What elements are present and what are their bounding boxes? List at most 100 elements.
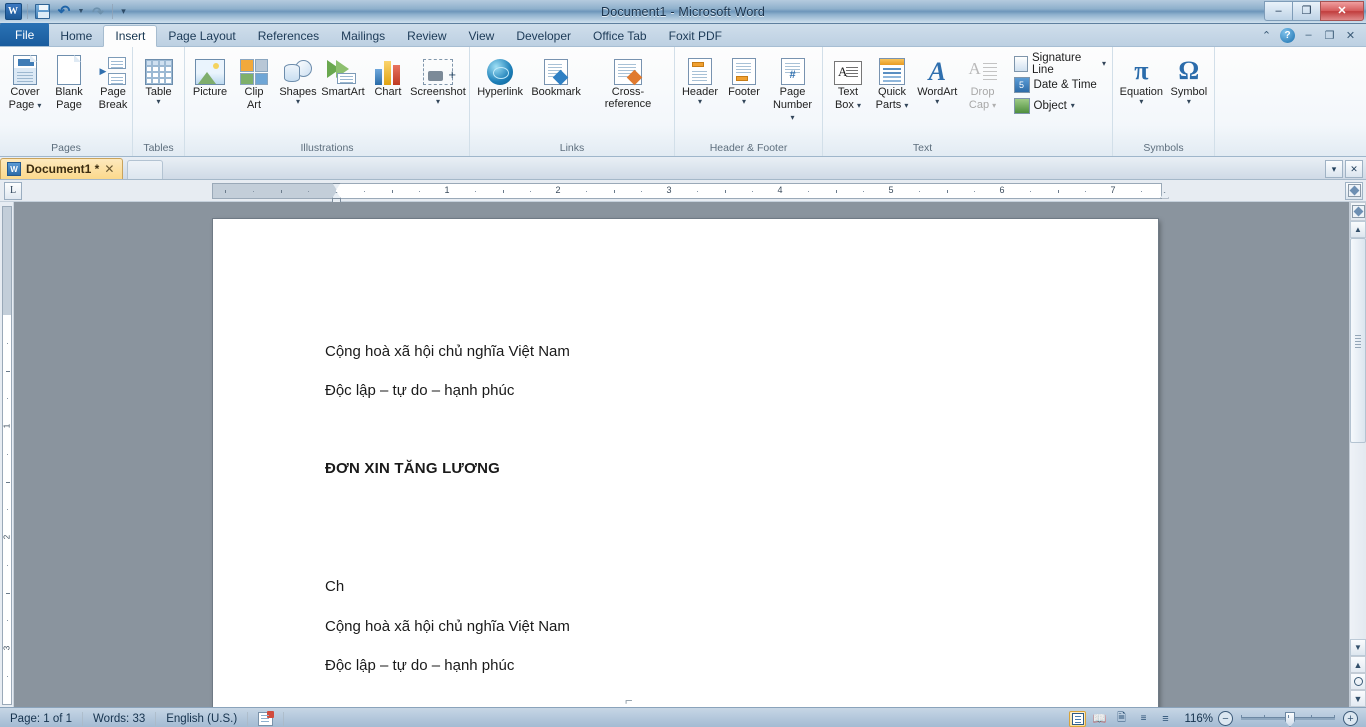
shapes-button[interactable]: Shapes ▾ — [276, 50, 320, 106]
paragraph-2[interactable]: Độc lập – tự do – hạnh phúc — [325, 382, 514, 399]
paragraph-1[interactable]: Cộng hoà xã hội chủ nghĩa Việt Nam — [325, 343, 570, 360]
word-logo-button[interactable]: W — [3, 2, 23, 21]
smartart-icon — [326, 53, 359, 85]
close-button[interactable]: ✕ — [1320, 0, 1364, 21]
scroll-down-button[interactable]: ▼ — [1350, 639, 1366, 656]
chart-button[interactable]: Chart — [366, 50, 410, 99]
restore-button[interactable]: ❐ — [1292, 0, 1320, 21]
close-icon[interactable]: ✕ — [104, 162, 114, 176]
table-button[interactable]: Table ▾ — [137, 50, 181, 106]
scroll-up-button[interactable]: ▲ — [1350, 221, 1366, 238]
header-button[interactable]: Header ▾ — [678, 50, 722, 106]
previous-page-button[interactable]: ▲ — [1350, 656, 1366, 673]
tab-home[interactable]: Home — [49, 25, 103, 46]
vertical-scrollbar[interactable]: ▲ ▼ ▲ ▼ — [1349, 202, 1366, 707]
footer-icon — [732, 53, 756, 85]
tab-references[interactable]: References — [247, 25, 330, 46]
blank-page-button[interactable]: Blank Page — [47, 50, 91, 112]
paragraph-5[interactable]: Độc lập – tự do – hạnh phúc — [325, 657, 514, 674]
cover-page-label-1: Cover — [10, 86, 40, 98]
date-time-button[interactable]: 5 Date & Time — [1011, 75, 1109, 94]
zoom-out-button[interactable]: − — [1218, 711, 1233, 726]
object-button[interactable]: Object ▾ — [1011, 96, 1109, 115]
view-draft-button[interactable]: ≡ — [1157, 711, 1174, 727]
drop-cap-button[interactable]: A Drop Cap ▾ — [961, 50, 1005, 112]
document-tab-document1[interactable]: W Document1 * ✕ — [0, 158, 124, 179]
status-word-count[interactable]: Words: 33 — [83, 708, 155, 727]
clip-art-button[interactable]: Clip Art — [232, 50, 276, 112]
vruler-dot — [7, 509, 8, 511]
paragraph-4[interactable]: Cộng hoà xã hội chủ nghĩa Việt Nam — [325, 618, 570, 635]
tab-developer[interactable]: Developer — [505, 25, 582, 46]
view-print-layout-button[interactable] — [1069, 710, 1086, 727]
select-browse-object-nav[interactable] — [1350, 673, 1366, 690]
vruler-number: 1 — [2, 423, 12, 429]
right-indent-marker[interactable] — [1160, 191, 1170, 199]
tab-file[interactable]: File — [0, 23, 50, 46]
undo-dropdown-button[interactable]: ▼ — [76, 2, 86, 21]
page-break-button[interactable]: ▶ Page Break — [91, 50, 135, 112]
hyperlink-button[interactable]: Hyperlink — [473, 50, 527, 99]
doc-tab-close-button[interactable]: ✕ — [1345, 160, 1363, 178]
cross-reference-button[interactable]: Cross-reference — [585, 50, 671, 111]
equation-button[interactable]: π Equation ▾ — [1116, 50, 1167, 106]
object-icon — [1013, 97, 1030, 114]
cover-page-button[interactable]: Cover Page ▾ — [3, 50, 47, 112]
scrollbar-thumb[interactable] — [1350, 238, 1366, 443]
zoom-slider[interactable] — [1241, 712, 1335, 727]
tab-mailings[interactable]: Mailings — [330, 25, 396, 46]
scrollbar-track[interactable] — [1350, 443, 1366, 639]
undo-button[interactable]: ↶ — [54, 2, 74, 21]
new-document-tab-button[interactable] — [127, 160, 164, 179]
footer-button[interactable]: Footer ▾ — [722, 50, 766, 106]
paragraph-3[interactable]: Ch — [325, 578, 344, 595]
screenshot-button[interactable]: Screenshot ▾ — [410, 50, 466, 106]
tab-view[interactable]: View — [458, 25, 506, 46]
status-proofing-button[interactable] — [248, 708, 283, 727]
page-number-button[interactable]: # Page Number ▾ — [766, 50, 819, 124]
zoom-level-label[interactable]: 116% — [1179, 713, 1213, 725]
bookmark-label: Bookmark — [531, 86, 581, 98]
help-icon[interactable]: ? — [1280, 27, 1295, 43]
customize-qat-button[interactable]: ▾ — [117, 2, 130, 21]
doc-tab-menu-button[interactable]: ▾ — [1325, 160, 1343, 178]
symbol-button[interactable]: Ω Symbol ▾ — [1167, 50, 1211, 106]
quick-parts-button[interactable]: Quick Parts ▾ — [870, 50, 914, 112]
wordart-button[interactable]: A WordArt ▾ — [914, 50, 961, 106]
view-outline-button[interactable]: ≡ — [1135, 711, 1152, 727]
vertical-ruler[interactable]: 1 2 3 — [0, 202, 14, 707]
doc-close-icon[interactable]: ✕ — [1343, 28, 1358, 43]
tab-insert[interactable]: Insert — [103, 25, 158, 47]
signature-line-button[interactable]: Signature Line ▾ — [1011, 52, 1109, 76]
view-full-screen-reading-button[interactable]: 📖 — [1091, 711, 1108, 727]
zoom-slider-thumb[interactable] — [1285, 712, 1295, 727]
next-page-button[interactable]: ▼ — [1350, 690, 1366, 707]
doc-minimize-icon[interactable]: – — [1301, 28, 1316, 43]
tab-review[interactable]: Review — [396, 25, 457, 46]
save-button[interactable] — [32, 2, 52, 21]
document-canvas[interactable]: Cộng hoà xã hội chủ nghĩa Việt Nam Độc l… — [14, 202, 1349, 707]
picture-button[interactable]: Picture — [188, 50, 232, 99]
select-browse-object-button[interactable] — [1350, 202, 1366, 221]
view-web-layout-button[interactable]: 🗎 — [1113, 711, 1130, 727]
ruler-number: 5 — [888, 184, 894, 195]
redo-button[interactable]: ↷ — [88, 2, 108, 21]
status-language[interactable]: English (U.S.) — [156, 708, 247, 727]
minimize-button[interactable]: – — [1264, 0, 1292, 21]
tab-office-tab[interactable]: Office Tab — [582, 25, 658, 46]
select-browse-object-top-icon[interactable] — [1345, 181, 1363, 200]
paragraph-heading[interactable]: ĐƠN XIN TĂNG LƯƠNG — [325, 460, 500, 477]
status-page[interactable]: Page: 1 of 1 — [0, 708, 82, 727]
collapse-ribbon-icon[interactable]: ⌃ — [1259, 28, 1274, 43]
text-box-button[interactable]: A Text Box ▾ — [826, 50, 870, 112]
horizontal-ruler[interactable]: 1 2 3 4 5 6 7 — [212, 182, 1170, 203]
bookmark-button[interactable]: Bookmark — [527, 50, 585, 99]
smartart-button[interactable]: SmartArt — [320, 50, 366, 99]
group-title-illustrations: Illustrations — [300, 142, 354, 154]
zoom-in-button[interactable]: + — [1343, 711, 1358, 726]
tab-page-layout[interactable]: Page Layout — [157, 25, 246, 46]
tab-stop-selector[interactable]: L — [4, 181, 22, 200]
doc-restore-icon[interactable]: ❐ — [1322, 28, 1337, 43]
tab-foxit-pdf[interactable]: Foxit PDF — [658, 25, 733, 46]
document-page[interactable]: Cộng hoà xã hội chủ nghĩa Việt Nam Độc l… — [213, 219, 1158, 707]
